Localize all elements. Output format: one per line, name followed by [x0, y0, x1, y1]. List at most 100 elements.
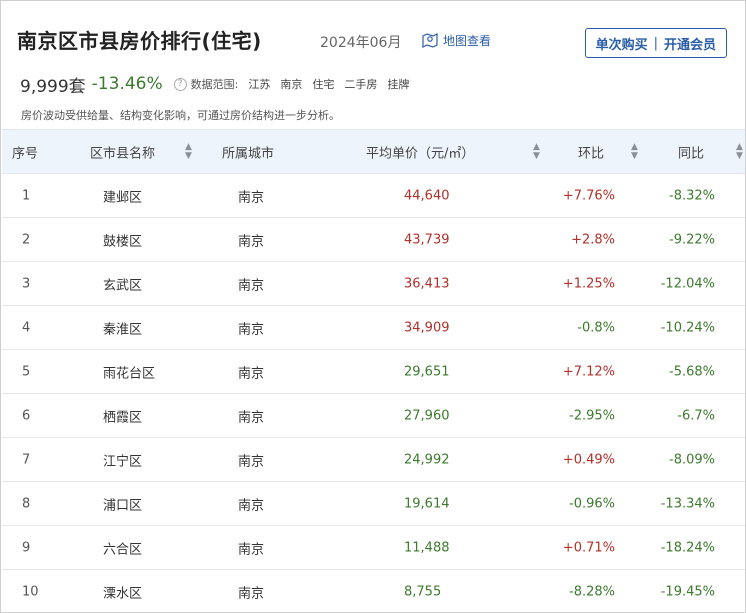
row-yoy-change: -18.24% — [660, 540, 715, 555]
report-date: 2024年06月 — [320, 35, 402, 51]
scope-item-city: 南京 — [280, 78, 303, 91]
row-avg-price: 8,755 — [404, 584, 442, 599]
table-header: 序号 区市县名称 ▲ ▼ 所属城市 平均单价（元/㎡） ▲ ▼ 环比 ▲ ▼ 同比 ▲… — [2, 129, 745, 173]
header-city: 所属城市 — [222, 146, 275, 161]
row-district-name: 雨花台区 — [103, 366, 156, 381]
single-buy-label[interactable]: 单次购买 — [596, 34, 648, 53]
row-avg-price: 43,739 — [404, 232, 450, 247]
row-mom-change: -8.28% — [569, 584, 615, 599]
table-row[interactable]: 5 雨花台区 南京 29,651 +7.12% -5.68% — [2, 349, 745, 393]
info-note: 房价波动受供给量、结构变化影响，可通过房价结构进一步分析。 — [21, 109, 340, 122]
row-yoy-change: -10.24% — [660, 320, 715, 335]
row-mom-change: +0.71% — [562, 540, 615, 555]
purchase-button[interactable]: 单次购买 | 开通会员 — [584, 28, 727, 58]
member-label[interactable]: 开通会员 — [664, 34, 716, 53]
header-name-label: 区市县名称 — [90, 146, 156, 161]
row-city: 南京 — [238, 454, 265, 469]
row-avg-price: 29,651 — [404, 364, 450, 379]
sort-price-icon[interactable]: ▲ ▼ — [533, 142, 540, 161]
ranking-table: 序号 区市县名称 ▲ ▼ 所属城市 平均单价（元/㎡） ▲ ▼ 环比 ▲ ▼ 同比 ▲… — [2, 129, 745, 612]
row-avg-price: 27,960 — [404, 408, 450, 423]
row-city: 南京 — [238, 234, 265, 249]
map-pin-icon — [421, 31, 439, 49]
row-mom-change: +0.49% — [562, 452, 615, 467]
row-yoy-change: -8.32% — [669, 188, 715, 203]
row-city: 南京 — [238, 190, 265, 205]
table-row[interactable]: 9 六合区 南京 11,488 +0.71% -18.24% — [2, 525, 745, 569]
row-mom-change: -0.8% — [577, 320, 615, 335]
row-index: 2 — [22, 232, 31, 247]
row-mom-change: -2.95% — [569, 408, 615, 423]
page-frame: 南京区市县房价排行(住宅) 2024年06月 地图查看 单次购买 | 开通会员 … — [0, 0, 746, 613]
table-row[interactable]: 4 秦淮区 南京 34,909 -0.8% -10.24% — [2, 305, 745, 349]
row-index: 8 — [22, 496, 31, 511]
sort-yoy-icon[interactable]: ▲ ▼ — [736, 142, 743, 161]
row-city: 南京 — [238, 322, 265, 337]
table-row[interactable]: 3 玄武区 南京 36,413 +1.25% -12.04% — [2, 261, 745, 305]
row-district-name: 六合区 — [103, 542, 143, 557]
table-row[interactable]: 7 江宁区 南京 24,992 +0.49% -8.09% — [2, 437, 745, 481]
row-city: 南京 — [238, 410, 265, 425]
row-index: 7 — [22, 452, 31, 467]
row-avg-price: 44,640 — [404, 188, 450, 203]
table-row[interactable]: 10 溧水区 南京 8,755 -8.28% -19.45% — [2, 569, 745, 612]
row-yoy-change: -8.09% — [669, 452, 715, 467]
listing-count: 9,999套 — [20, 76, 86, 97]
row-index: 9 — [22, 540, 31, 555]
row-district-name: 鼓楼区 — [103, 234, 143, 249]
row-avg-price: 24,992 — [404, 452, 450, 467]
row-index: 10 — [22, 584, 39, 599]
scope-item-source: 挂牌 — [387, 78, 410, 91]
row-avg-price: 19,614 — [404, 496, 450, 511]
map-view-link[interactable]: 地图查看 — [421, 31, 491, 49]
page-title: 南京区市县房价排行(住宅) — [17, 29, 262, 53]
map-view-label: 地图查看 — [443, 33, 492, 48]
row-district-name: 溧水区 — [103, 586, 143, 601]
table-row[interactable]: 2 鼓楼区 南京 43,739 +2.8% -9.22% — [2, 217, 745, 261]
row-district-name: 栖霞区 — [103, 410, 143, 425]
row-avg-price: 34,909 — [404, 320, 450, 335]
header-mom[interactable]: 环比 — [578, 142, 604, 161]
row-district-name: 江宁区 — [103, 454, 143, 469]
row-district-name: 秦淮区 — [103, 322, 143, 337]
row-yoy-change: -12.04% — [660, 276, 715, 291]
header-price[interactable]: 平均单价（元/㎡） — [366, 142, 474, 161]
row-district-name: 浦口区 — [103, 498, 143, 513]
sort-mom-icon[interactable]: ▲ ▼ — [631, 142, 638, 161]
header-name[interactable]: 区市县名称 — [90, 142, 155, 161]
row-mom-change: +2.8% — [571, 232, 615, 247]
row-yoy-change: -9.22% — [669, 232, 715, 247]
overall-change: -13.46% — [91, 74, 163, 94]
row-yoy-change: -19.45% — [660, 584, 715, 599]
header-index: 序号 — [12, 146, 39, 161]
row-index: 3 — [22, 276, 31, 291]
row-city: 南京 — [238, 498, 265, 513]
scope-item-market: 二手房 — [344, 78, 378, 91]
table-row[interactable]: 8 浦口区 南京 19,614 -0.96% -13.34% — [2, 481, 745, 525]
header-yoy[interactable]: 同比 — [678, 142, 704, 161]
row-avg-price: 36,413 — [404, 276, 450, 291]
scope-item-province: 江苏 — [248, 78, 271, 91]
row-district-name: 建邺区 — [103, 190, 143, 205]
row-index: 1 — [22, 188, 31, 203]
row-avg-price: 11,488 — [404, 540, 450, 555]
row-city: 南京 — [238, 542, 265, 557]
row-mom-change: +7.76% — [562, 188, 615, 203]
row-mom-change: +7.12% — [562, 364, 615, 379]
row-yoy-change: -5.68% — [669, 364, 715, 379]
row-index: 5 — [22, 364, 31, 379]
table-row[interactable]: 6 栖霞区 南京 27,960 -2.95% -6.7% — [2, 393, 745, 437]
sort-name-icon[interactable]: ▲ ▼ — [185, 142, 192, 161]
scope-label: 数据范围: — [190, 78, 239, 91]
help-icon[interactable]: ? — [173, 77, 187, 91]
row-yoy-change: -13.34% — [660, 496, 715, 511]
row-city: 南京 — [238, 366, 265, 381]
row-city: 南京 — [238, 586, 265, 601]
table-row[interactable]: 1 建邺区 南京 44,640 +7.76% -8.32% — [2, 173, 745, 217]
row-district-name: 玄武区 — [103, 278, 143, 293]
row-mom-change: +1.25% — [562, 276, 615, 291]
scope-item-type: 住宅 — [312, 78, 335, 91]
button-separator: | — [653, 35, 658, 51]
table-body: 1 建邺区 南京 44,640 +7.76% -8.32% 2 鼓楼区 南京 43,739 +2.8… — [2, 173, 745, 612]
row-city: 南京 — [238, 278, 265, 293]
